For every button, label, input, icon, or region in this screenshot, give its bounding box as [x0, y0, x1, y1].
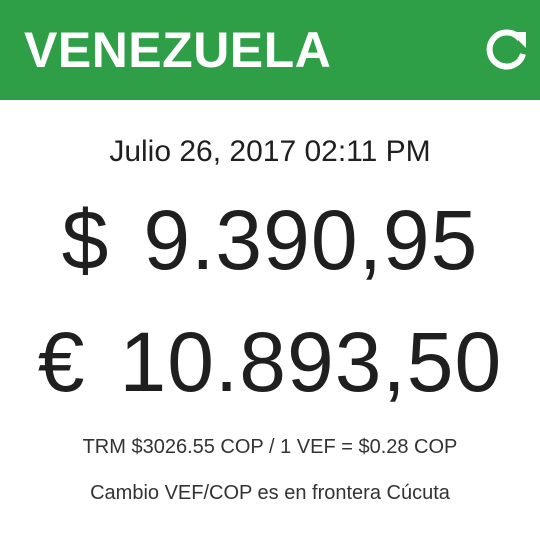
eur-rate: €10.893,50 — [0, 314, 540, 410]
usd-rate: $9.390,95 — [0, 192, 540, 288]
timestamp: Julio 26, 2017 02:11 PM — [109, 135, 431, 168]
refresh-icon — [486, 29, 526, 70]
app-header: VENEZUELA — [0, 0, 540, 100]
header-title: VENEZUELA — [24, 22, 332, 78]
refresh-button[interactable] — [480, 24, 532, 76]
usd-symbol: $ — [61, 193, 110, 287]
trm-text: TRM $3026.55 COP / 1 VEF = $0.28 COP — [82, 436, 458, 458]
eur-symbol: € — [37, 315, 86, 409]
rates-panel: Julio 26, 2017 02:11 PM $9.390,95 €10.89… — [0, 100, 540, 538]
usd-value: 9.390,95 — [143, 193, 479, 287]
exchange-note: Cambio VEF/COP es en frontera Cúcuta — [90, 482, 450, 504]
eur-value: 10.893,50 — [119, 315, 503, 409]
